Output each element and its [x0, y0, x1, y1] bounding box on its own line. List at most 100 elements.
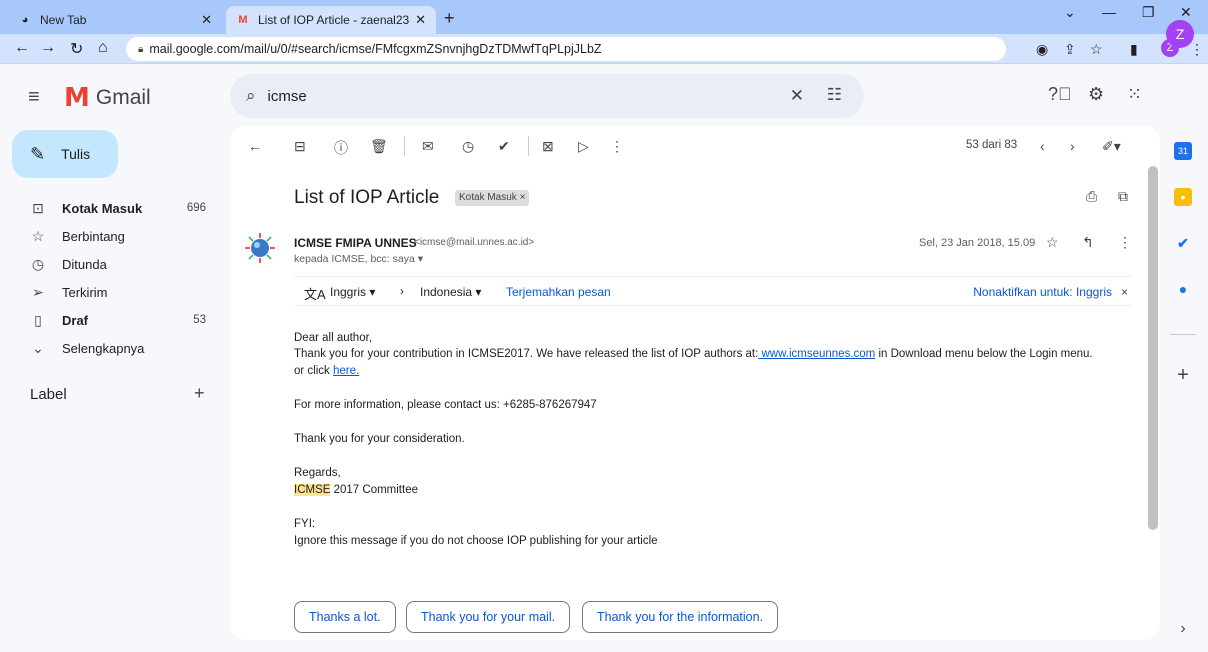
bookmark-star-icon[interactable]: ☆: [1090, 41, 1103, 58]
clear-search-icon[interactable]: ✕: [790, 86, 804, 106]
body-regards: Regards,: [294, 467, 341, 479]
close-translate-bar-icon[interactable]: ×: [1121, 285, 1128, 299]
sidebar-item-drafts[interactable]: ▯ Draf 53: [0, 306, 224, 334]
tab-search-icon[interactable]: ⌄: [1064, 4, 1076, 21]
url-text: mail.google.com/mail/u/0/#search/icmse/F…: [149, 42, 602, 56]
body-text-span: Thank you for your contribution in ICMSE…: [294, 348, 759, 360]
pencil-icon: ✎: [30, 143, 46, 164]
compose-button[interactable]: ✎ Tulis: [12, 130, 118, 178]
browser-tab-strip: ◕ New Tab ✕ M List of IOP Article - zaen…: [0, 0, 1208, 34]
tracking-icon[interactable]: ◉: [1036, 41, 1048, 58]
snooze-icon[interactable]: ◷: [462, 138, 474, 155]
close-window-icon[interactable]: ✕: [1180, 4, 1192, 21]
sidebar-item-snoozed[interactable]: ◷ Ditunda: [0, 250, 224, 278]
source-language: Inggris: [330, 285, 367, 299]
tab-new-tab[interactable]: ◕ New Tab ✕: [8, 6, 222, 34]
newer-chevron-icon[interactable]: ‹: [1040, 138, 1045, 154]
new-tab-button[interactable]: +: [444, 8, 455, 29]
account-avatar[interactable]: Z: [1166, 20, 1194, 48]
delete-icon[interactable]: 🗑︎: [370, 138, 388, 155]
apps-grid-icon[interactable]: ⁙: [1127, 84, 1142, 105]
chip-label: Kotak Masuk: [459, 192, 517, 203]
here-link[interactable]: here.: [333, 365, 359, 377]
search-input[interactable]: [267, 87, 768, 105]
tab-gmail[interactable]: M List of IOP Article - zaenal230872 ✕: [226, 6, 436, 34]
main-menu-icon[interactable]: ≡: [28, 86, 40, 109]
star-message-icon[interactable]: ☆: [1046, 234, 1059, 251]
move-to-icon[interactable]: ⊠: [542, 138, 554, 155]
sender-email: <icmse@mail.unnes.ac.id>: [414, 237, 535, 248]
message-more-icon[interactable]: ⋮: [1118, 234, 1132, 251]
smart-reply-button[interactable]: Thanks a lot.: [294, 601, 396, 633]
scrollbar-thumb[interactable]: [1148, 166, 1158, 530]
more-options-icon[interactable]: ⋮: [610, 138, 624, 155]
body-text-span: 2017 Committee: [330, 484, 418, 496]
sidebar-item-label: Draf: [62, 312, 89, 328]
sidebar-item-more[interactable]: ⌄ Selengkapnya: [0, 334, 224, 362]
search-icon[interactable]: ⌕: [246, 86, 256, 106]
chip-remove-icon[interactable]: ×: [520, 192, 526, 203]
toolbar-divider: [404, 136, 405, 156]
home-icon[interactable]: ⌂: [98, 39, 108, 57]
body-signature: ICMSE 2017 Committee: [294, 484, 418, 496]
website-link[interactable]: www.icmseunnes.com: [758, 348, 875, 360]
reload-icon[interactable]: ↻: [70, 39, 83, 59]
translate-bar: 文A Inggris ▾ › Indonesia ▾ Terjemahkan p…: [294, 276, 1132, 306]
minimize-icon[interactable]: —: [1102, 4, 1116, 20]
chrome-menu-icon[interactable]: ⋮: [1190, 41, 1204, 58]
restore-icon[interactable]: ❐: [1142, 4, 1155, 21]
close-tab-icon[interactable]: ✕: [201, 12, 212, 28]
contacts-icon[interactable]: ●: [1174, 280, 1192, 298]
reply-icon[interactable]: ↰: [1082, 234, 1094, 251]
sidebar-item-starred[interactable]: ☆ Berbintang: [0, 222, 224, 250]
close-tab-icon[interactable]: ✕: [415, 12, 426, 28]
settings-gear-icon[interactable]: ⚙: [1088, 84, 1104, 105]
email-subject: List of IOP Article: [294, 187, 440, 208]
translate-message-link[interactable]: Terjemahkan pesan: [506, 285, 611, 299]
archive-icon[interactable]: ⊟: [294, 138, 306, 155]
smart-reply-button[interactable]: Thank you for the information.: [582, 601, 779, 633]
keep-icon[interactable]: •: [1174, 188, 1192, 206]
label-icon[interactable]: ▷: [578, 138, 589, 155]
chrome-icon: ◕: [21, 14, 29, 26]
inbox-label-chip[interactable]: Kotak Masuk ×: [455, 190, 530, 206]
mark-unread-icon[interactable]: ✉: [422, 138, 434, 155]
add-to-tasks-icon[interactable]: ✔︎: [498, 138, 510, 155]
sidebar-item-inbox[interactable]: ⊡ Kotak Masuk 696: [0, 194, 224, 222]
sender-name[interactable]: ICMSE FMIPA UNNES: [294, 236, 417, 250]
target-language-select[interactable]: Indonesia ▾: [420, 285, 481, 299]
address-bar[interactable]: 🔒︎ mail.google.com/mail/u/0/#search/icms…: [126, 37, 1006, 61]
back-to-search-icon[interactable]: ←: [248, 138, 262, 154]
body-thanks: Thank you for your consideration.: [294, 433, 465, 445]
body-text-span: or click: [294, 365, 333, 377]
sidebar-item-sent[interactable]: ➢ Terkirim: [0, 278, 224, 306]
show-side-panel-icon[interactable]: ›: [1174, 620, 1192, 638]
forward-icon[interactable]: →: [40, 39, 56, 57]
calendar-icon[interactable]: 31: [1174, 142, 1192, 160]
add-label-icon[interactable]: +: [194, 383, 205, 404]
caret-down-icon: ▾: [417, 253, 424, 265]
gmail-wordmark: Gmail: [95, 86, 151, 109]
get-addons-icon[interactable]: +: [1174, 364, 1192, 386]
side-panel-icon[interactable]: ▮: [1130, 41, 1138, 58]
search-options-icon[interactable]: ☷: [827, 85, 842, 105]
gmail-logo[interactable]: M Gmail: [64, 83, 151, 113]
input-tools-icon[interactable]: ✐▾: [1102, 138, 1121, 155]
back-icon[interactable]: ←: [14, 39, 30, 57]
open-new-window-icon[interactable]: ⧉: [1118, 188, 1128, 205]
help-icon[interactable]: ?⃝: [1048, 84, 1072, 105]
tasks-icon[interactable]: ✔: [1174, 234, 1192, 252]
share-icon[interactable]: ⇪: [1064, 41, 1076, 58]
body-contact: For more information, please contact us:…: [294, 399, 597, 411]
disable-translation-link[interactable]: Nonaktifkan untuk: Inggris: [973, 285, 1112, 299]
recipients-dropdown[interactable]: kepada ICMSE, bcc: saya ▾: [294, 253, 423, 265]
older-chevron-icon[interactable]: ›: [1070, 138, 1075, 154]
body-fyi: FYI:: [294, 518, 316, 530]
compose-label: Tulis: [61, 146, 91, 162]
source-language-select[interactable]: Inggris ▾: [330, 285, 375, 299]
target-language: Indonesia: [420, 285, 473, 299]
pagination-text: 53 dari 83: [966, 139, 1018, 151]
print-icon[interactable]: ⎙: [1086, 188, 1097, 205]
smart-reply-button[interactable]: Thank you for your mail.: [406, 601, 571, 633]
report-spam-icon[interactable]: ⓘ: [334, 138, 348, 158]
